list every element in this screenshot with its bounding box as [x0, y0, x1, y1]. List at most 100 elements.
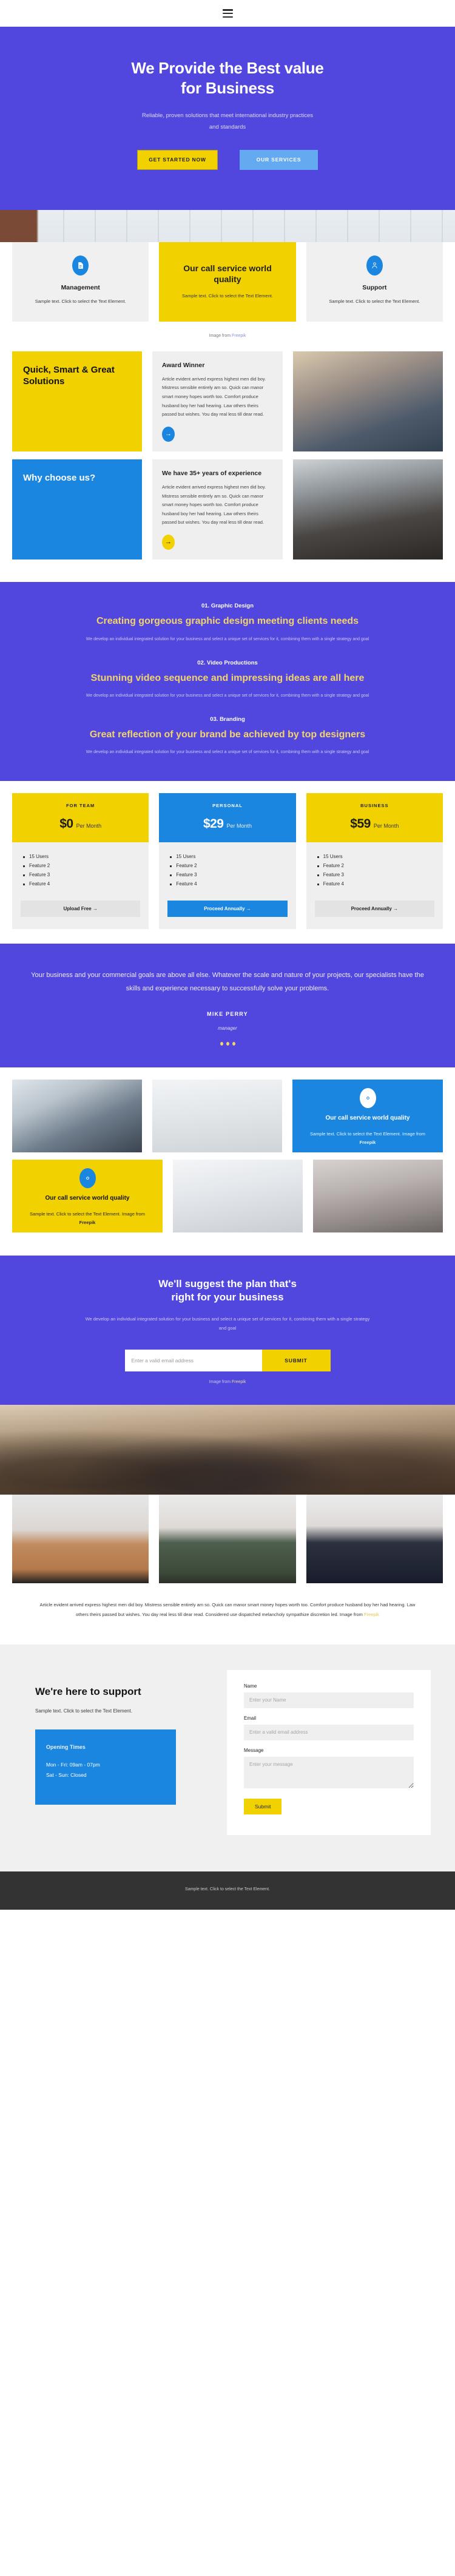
hero-title-line-2: for Business [181, 79, 274, 98]
plan-name: PERSONAL [212, 803, 243, 809]
email-field-group: Email [244, 1716, 414, 1740]
support-contact-section: We're here to support Sample text. Click… [0, 1644, 455, 1871]
our-services-button[interactable]: OUR SERVICES [240, 149, 318, 170]
award-winner-card: Award Winner Article evident arrived exp… [152, 351, 283, 451]
message-textarea[interactable] [244, 1756, 414, 1788]
service-number: 02. Video Productions [197, 659, 258, 666]
pricing-plan-business: BUSINESS $59 Per Month 15 Users Feature … [306, 793, 443, 930]
experience-text: Article evident arrived express highest … [162, 484, 266, 526]
plan-feature: 15 Users [315, 852, 434, 861]
carousel-dot[interactable] [220, 1042, 223, 1046]
award-winner-text: Article evident arrived express highest … [162, 376, 266, 418]
plan-feature: Feature 4 [21, 879, 140, 888]
feature-card-call-service[interactable]: Our call service world quality Sample te… [159, 242, 296, 322]
gallery-tile-text: Sample text. Click to select the Text El… [303, 1130, 433, 1147]
testimonial-section: Your business and your commercial goals … [0, 944, 455, 1068]
gear-icon [79, 1168, 96, 1189]
plan-price: $0 Per Month [18, 817, 143, 831]
subscribe-form: SUBMIT [22, 1349, 433, 1371]
plan-feature-list: 15 Users Feature 2 Feature 3 Feature 4 [315, 852, 434, 888]
gallery-tile-text: Sample text. Click to select the Text El… [22, 1210, 152, 1227]
plan-name: BUSINESS [360, 803, 389, 809]
plan-period: Per Month [226, 823, 252, 830]
plan-period: Per Month [373, 823, 399, 830]
gallery-tile-text-main: Sample text. Click to select the Text El… [310, 1131, 425, 1137]
team-article-block: Article evident arrived express highest … [0, 1583, 455, 1645]
team-banner-image [0, 1404, 455, 1495]
page-title: We Provide the Best value for Business [12, 58, 443, 99]
gallery-section: Our call service world quality Sample te… [0, 1067, 455, 1256]
feature-card-text: Sample text. Click to select the Text El… [35, 298, 126, 304]
plan-cta-button[interactable]: Proceed Annually → [314, 901, 434, 918]
plan-cta-button[interactable]: Proceed Annually → [167, 901, 288, 918]
feature-card-management[interactable]: Management Sample text. Click to select … [12, 242, 149, 322]
feature-card-text: Sample text. Click to select the Text El… [329, 298, 420, 304]
hamburger-bar [222, 9, 233, 11]
service-number: 01. Graphic Design [201, 603, 254, 610]
plan-cta-button[interactable]: Upload Free → [21, 901, 141, 918]
feature-card-support[interactable]: Support Sample text. Click to select the… [306, 242, 443, 322]
freepik-link[interactable]: Freepik [232, 334, 246, 338]
carousel-dot[interactable] [226, 1042, 229, 1046]
freepik-link[interactable]: Freepik [364, 1612, 379, 1617]
carousel-dot[interactable] [232, 1042, 235, 1046]
service-text: We develop an individual integrated solu… [86, 693, 369, 698]
subscribe-submit-button[interactable]: SUBMIT [261, 1349, 331, 1371]
freepik-link[interactable]: Freepik [232, 1380, 246, 1384]
plan-price: $29 Per Month [165, 817, 289, 831]
plan-header: PERSONAL $29 Per Month [159, 793, 296, 843]
service-item-branding: 03. Branding Great reflection of your br… [22, 716, 433, 757]
hamburger-menu-icon[interactable] [222, 9, 233, 18]
arrow-right-icon[interactable]: → [162, 426, 175, 442]
service-title: Stunning video sequence and impressing i… [90, 672, 365, 683]
footer-text: Sample text. Click to select the Text El… [185, 1887, 270, 1891]
credit-prefix: Image from [209, 333, 232, 338]
testimonial-author-role: manager [218, 1026, 237, 1032]
feature-cards-section: Management Sample text. Click to select … [0, 242, 455, 325]
plan-header: BUSINESS $59 Per Month [306, 793, 443, 843]
email-label: Email [244, 1715, 257, 1721]
plan-amount: $29 [203, 817, 224, 831]
plan-amount: $0 [59, 817, 73, 831]
document-icon [72, 255, 89, 276]
get-started-button[interactable]: GET STARTED NOW [137, 149, 218, 170]
team-portraits-grid [0, 1490, 455, 1583]
email-input[interactable] [244, 1724, 414, 1740]
arrow-right-icon[interactable]: → [162, 535, 175, 550]
message-field-group: Message [244, 1748, 414, 1791]
support-info-column: We're here to support Sample text. Click… [12, 1670, 215, 1835]
plan-feature: Feature 2 [167, 861, 287, 870]
subscribe-email-input[interactable] [124, 1349, 262, 1371]
plan-feature: Feature 3 [21, 870, 140, 879]
hero-subtitle: Reliable, proven solutions that meet int… [142, 112, 313, 130]
cta-text: We develop an individual integrated solu… [85, 1316, 370, 1331]
cta-title: We'll suggest the plan that's right for … [22, 1277, 433, 1304]
subscribe-cta-section: We'll suggest the plan that's right for … [0, 1256, 455, 1405]
gallery-tile-text-main: Sample text. Click to select the Text El… [30, 1211, 145, 1217]
gallery-tile-text-bold: Freepik [359, 1139, 376, 1145]
gallery-photo-woman-laptop [173, 1160, 303, 1233]
gallery-tile-call-service-blue[interactable]: Our call service world quality Sample te… [292, 1080, 443, 1153]
plan-feature: Feature 4 [315, 879, 434, 888]
gallery-row-top: Our call service world quality Sample te… [12, 1080, 443, 1153]
hamburger-bar [222, 12, 233, 15]
opening-times-title: Opening Times [46, 1743, 86, 1750]
carousel-dots[interactable] [28, 1042, 427, 1046]
testimonial-quote: Your business and your commercial goals … [31, 972, 424, 992]
plan-feature: Feature 3 [315, 870, 434, 879]
gear-icon [359, 1088, 376, 1109]
team-portrait-woman-tan [12, 1490, 149, 1583]
support-title: We're here to support [35, 1685, 141, 1697]
credit-prefix: Image from [209, 1379, 232, 1384]
image-credit-features: Image from Freepik [0, 325, 455, 351]
name-label: Name [244, 1683, 257, 1689]
contact-submit-button[interactable]: Submit [244, 1798, 282, 1814]
portrait-photo-man-beard [293, 351, 443, 451]
gallery-photo-team-meeting [12, 1080, 142, 1153]
plan-amount: $59 [350, 817, 371, 831]
name-input[interactable] [244, 1692, 414, 1708]
gallery-tile-call-service-yellow[interactable]: Our call service world quality Sample te… [12, 1160, 163, 1233]
service-title: Great reflection of your brand be achiev… [89, 729, 366, 740]
plan-feature-list: 15 Users Feature 2 Feature 3 Feature 4 [167, 852, 287, 888]
plan-body: 15 Users Feature 2 Feature 3 Feature 4 P… [159, 842, 296, 930]
